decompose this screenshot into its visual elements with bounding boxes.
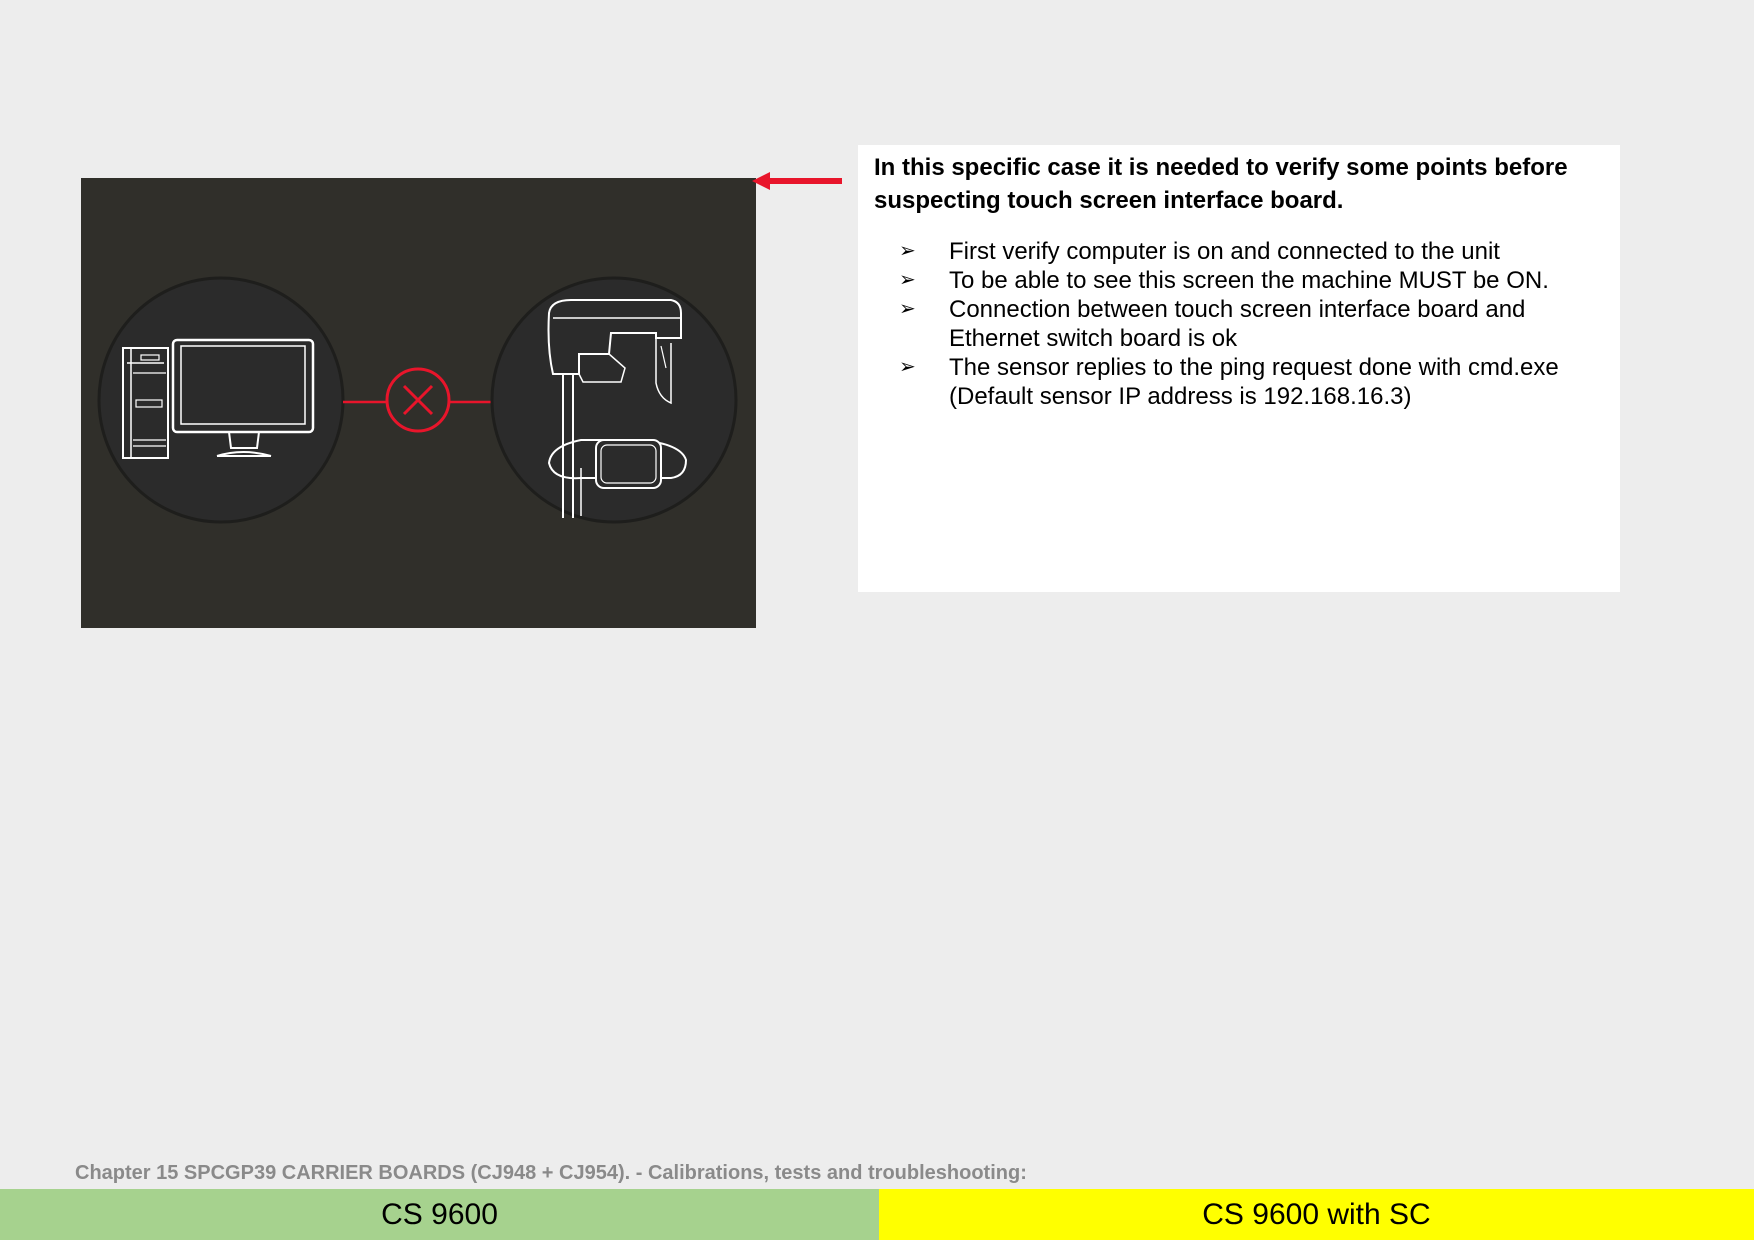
list-item: ➢ The sensor replies to the ping request … — [899, 353, 1606, 411]
verification-list: ➢ First verify computer is on and connect… — [874, 237, 1606, 411]
arrow-bullet-icon: ➢ — [899, 269, 916, 291]
list-item: ➢ First verify computer is on and connect… — [899, 237, 1606, 266]
list-item-text: First verify computer is on and connecte… — [949, 238, 1500, 265]
arrow-bullet-icon: ➢ — [899, 298, 916, 320]
arrow-bullet-icon: ➢ — [899, 240, 916, 262]
red-arrow-icon — [752, 172, 842, 190]
footer-bar: CS 9600 CS 9600 with SC — [0, 1189, 1754, 1240]
connection-error-illustration — [97, 276, 738, 524]
list-item-text: To be able to see this screen the machin… — [949, 267, 1549, 294]
computer-icon — [97, 276, 345, 524]
xray-unit-icon — [490, 276, 738, 524]
tab-cs-9600-with-sc: CS 9600 with SC — [879, 1189, 1754, 1240]
chapter-title: Chapter 15 SPCGP39 CARRIER BOARDS (CJ948… — [75, 1162, 1027, 1184]
disconnected-icon — [343, 367, 491, 433]
connection-error-screenshot — [81, 178, 756, 628]
list-item-text: The sensor replies to the ping request d… — [949, 354, 1559, 410]
arrow-bullet-icon: ➢ — [899, 356, 916, 378]
list-item-text: Connection between touch screen interfac… — [949, 296, 1526, 352]
instruction-textbox: In this specific case it is needed to ve… — [858, 145, 1620, 592]
instruction-heading: In this specific case it is needed to ve… — [874, 154, 1568, 214]
tab-cs-9600: CS 9600 — [0, 1189, 879, 1240]
list-item: ➢ Connection between touch screen interfa… — [899, 295, 1606, 353]
list-item: ➢ To be able to see this screen the machi… — [899, 266, 1606, 295]
